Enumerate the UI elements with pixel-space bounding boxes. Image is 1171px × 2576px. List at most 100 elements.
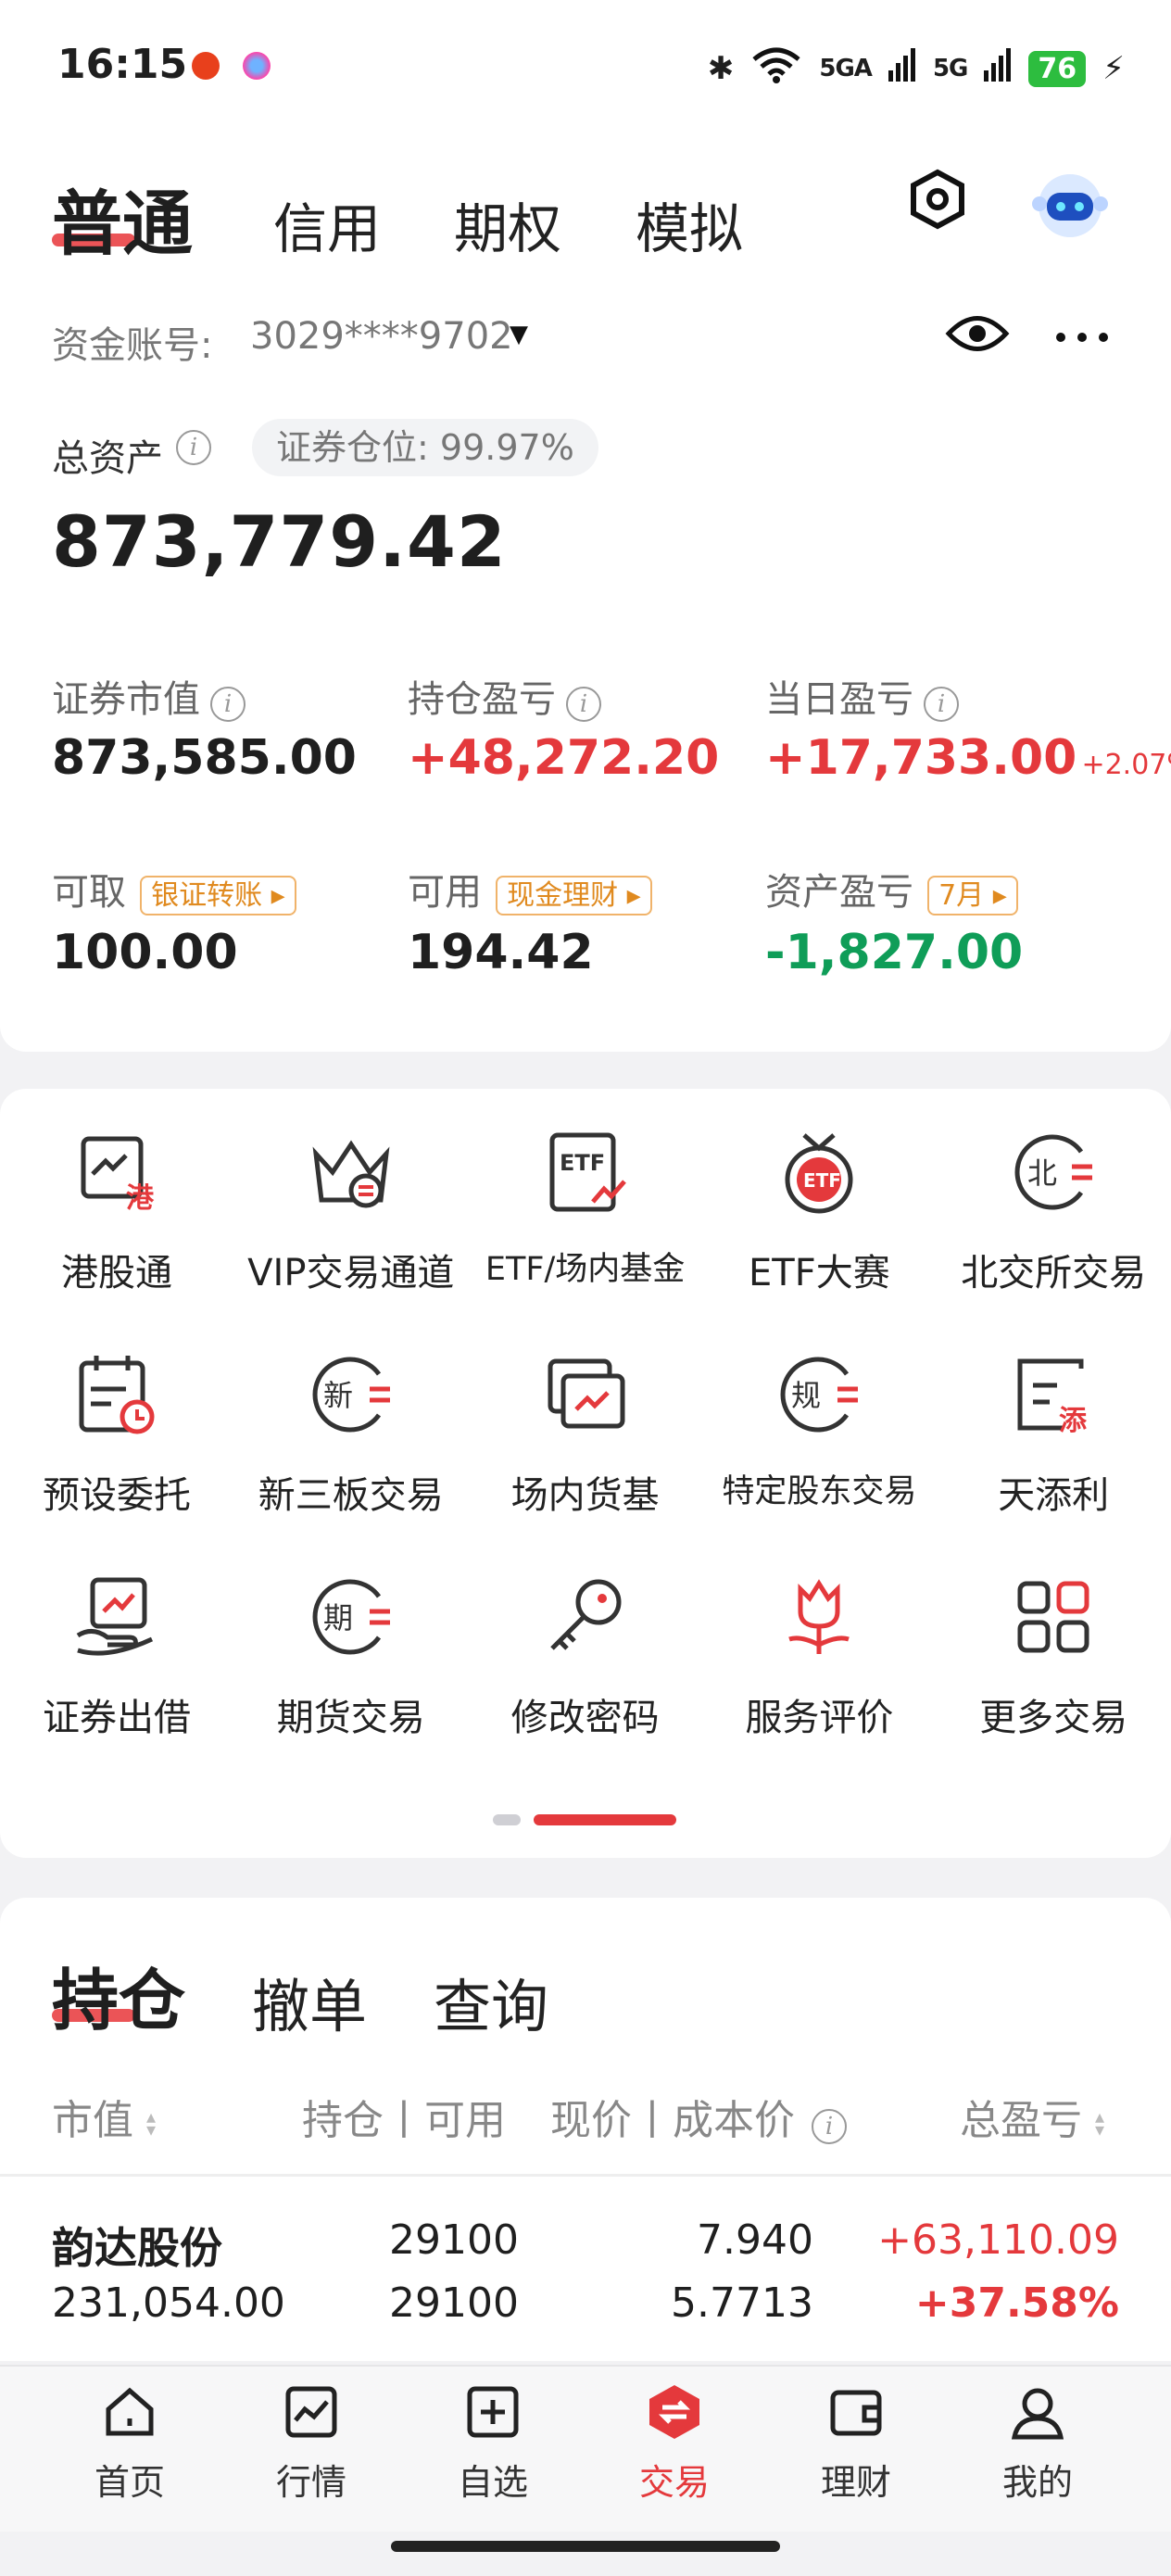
tulip-icon	[788, 1579, 850, 1654]
available-stat: 可用 现金理财 ▸	[408, 862, 652, 915]
battery-level: 76	[1028, 50, 1087, 87]
nav-watchlist[interactable]: 自选	[400, 2383, 586, 2505]
total-assets-value: 873,779.42	[52, 500, 507, 583]
total-assets-label: 总资产	[52, 437, 163, 480]
page-indicator-dot[interactable]	[493, 1814, 521, 1825]
account-number[interactable]: 3029****9702	[250, 315, 513, 358]
sort-icon: ▴ ▾	[146, 2105, 157, 2140]
menu-item-bse-trade[interactable]: 北 北交所交易	[937, 1089, 1170, 1311]
key-icon	[549, 1579, 622, 1650]
stock-name: 韵达股份	[52, 2223, 222, 2273]
month-label: 7月	[938, 879, 985, 912]
column-total-pnl[interactable]: 总盈亏 ▴ ▾	[960, 2087, 1104, 2146]
menu-item-preset-order[interactable]: 预设委托	[0, 1311, 233, 1534]
asset-pnl-label: 资产盈亏	[765, 871, 913, 914]
shareholder-trade-icon: 规	[780, 1357, 859, 1433]
menu-item-shareholder-trade[interactable]: 规 特定股东交易	[702, 1311, 936, 1534]
asset-pnl-value: -1,827.00	[765, 925, 1024, 980]
market-value-stat: 证券市值 i	[52, 669, 246, 723]
tab-options[interactable]: 期权	[454, 185, 561, 263]
stock-pnl: +63,110.09	[877, 2216, 1119, 2264]
menu-label: ETF/场内基金	[485, 1251, 686, 1288]
page-indicator-active[interactable]	[534, 1814, 676, 1825]
daily-pnl-value: +17,733.00	[765, 730, 1077, 786]
svg-text:期: 期	[323, 1600, 353, 1635]
daily-pnl-percent: +2.07%	[1081, 749, 1171, 781]
money-fund-icon	[548, 1358, 625, 1429]
menu-label: 期货交易	[276, 1697, 425, 1739]
signal-5ga: 5GA	[819, 55, 873, 82]
eye-icon[interactable]	[945, 310, 1010, 360]
nav-home[interactable]: 首页	[37, 2383, 222, 2505]
menu-item-futures-trade[interactable]: 期 期货交易	[234, 1534, 468, 1756]
info-icon[interactable]: i	[210, 687, 246, 722]
info-icon[interactable]: i	[566, 687, 602, 722]
settings-icon[interactable]	[908, 167, 967, 235]
tab-query[interactable]: 查询	[434, 1960, 548, 2043]
info-icon[interactable]: i	[812, 2109, 847, 2144]
trade-menu-grid: 港 港股通 VIP交易通道 ETF ETF/场内基金 ETF ETF大赛 北 北…	[0, 1089, 1171, 1793]
stock-quantity: 29100	[389, 2216, 519, 2264]
nav-trade[interactable]: 交易	[582, 2383, 767, 2505]
etf-contest-icon: ETF	[785, 1133, 853, 1214]
nav-market[interactable]: 行情	[219, 2383, 404, 2505]
more-icon[interactable]	[1054, 330, 1110, 347]
info-icon[interactable]: i	[924, 687, 960, 722]
menu-item-etf-fund[interactable]: ETF ETF/场内基金	[469, 1089, 702, 1311]
signal-bars-icon	[984, 47, 1012, 90]
menu-item-service-rating[interactable]: 服务评价	[702, 1534, 936, 1756]
position-value: 99.97%	[439, 427, 574, 468]
market-value-label: 证券市值	[52, 678, 200, 721]
menu-label: 港股通	[61, 1252, 172, 1294]
withdrawable-stat: 可取 银证转账 ▸	[52, 862, 296, 915]
nav-wealth[interactable]: 理财	[763, 2383, 949, 2505]
caret-down-icon[interactable]: ▼	[510, 321, 528, 348]
nav-label: 交易	[638, 2462, 710, 2503]
daily-pnl-label: 当日盈亏	[765, 678, 913, 721]
tiantianli-icon: 添	[1017, 1358, 1088, 1437]
cash-management-button[interactable]: 现金理财 ▸	[496, 876, 652, 915]
nav-mine[interactable]: 我的	[945, 2383, 1130, 2505]
menu-item-vip-channel[interactable]: VIP交易通道	[234, 1089, 468, 1311]
menu-item-change-password[interactable]: 修改密码	[469, 1534, 702, 1756]
menu-item-etf-contest[interactable]: ETF ETF大赛	[702, 1089, 936, 1311]
charging-icon: ⚡	[1102, 50, 1125, 87]
column-market-value[interactable]: 市值 ▴ ▾	[52, 2087, 156, 2146]
month-select-button[interactable]: 7月 ▸	[927, 876, 1018, 915]
bse-trade-icon: 北	[1014, 1134, 1093, 1210]
home-indicator[interactable]	[391, 2541, 780, 2552]
menu-label: 天添利	[998, 1474, 1110, 1517]
robot-assistant-icon[interactable]	[1028, 167, 1112, 245]
withdrawable-value: 100.00	[52, 925, 238, 980]
tab-simulation[interactable]: 模拟	[636, 185, 743, 263]
svg-text:规: 规	[791, 1378, 821, 1413]
tab-normal[interactable]: 普通	[52, 167, 193, 269]
etf-fund-icon: ETF	[549, 1132, 626, 1212]
menu-item-more-trade[interactable]: 更多交易	[937, 1534, 1170, 1756]
vip-channel-icon	[312, 1140, 390, 1208]
signal-bars-icon	[888, 47, 916, 90]
holding-pnl-label: 持仓盈亏	[408, 678, 556, 721]
menu-item-hk-connect[interactable]: 港 港股通	[0, 1089, 233, 1311]
menu-item-neeq-trade[interactable]: 新 新三板交易	[234, 1311, 468, 1534]
tab-holdings[interactable]: 持仓	[52, 1946, 185, 2043]
menu-item-money-fund[interactable]: 场内货基	[469, 1311, 702, 1534]
divider	[0, 2174, 1171, 2177]
hk-connect-icon: 港	[81, 1136, 155, 1215]
nav-label: 我的	[1001, 2462, 1073, 2503]
info-icon[interactable]: i	[176, 430, 211, 465]
menu-label: 证券出借	[43, 1697, 191, 1739]
signal-5g: 5G	[932, 55, 968, 82]
available-label: 可用	[408, 871, 482, 914]
menu-label: 特定股东交易	[722, 1473, 917, 1510]
tab-credit[interactable]: 信用	[273, 185, 381, 263]
nav-label: 自选	[457, 2462, 528, 2503]
user-icon	[1011, 2388, 1064, 2440]
stock-price: 7.940	[697, 2216, 813, 2264]
tab-cancel-order[interactable]: 撤单	[252, 1960, 367, 2043]
svg-text:港: 港	[126, 1182, 155, 1215]
menu-item-tiantianli[interactable]: 添 天添利	[937, 1311, 1170, 1534]
account-label: 资金账号:	[52, 324, 213, 367]
bank-transfer-button[interactable]: 银证转账 ▸	[140, 876, 296, 915]
menu-item-securities-lending[interactable]: 证券出借	[0, 1534, 233, 1756]
